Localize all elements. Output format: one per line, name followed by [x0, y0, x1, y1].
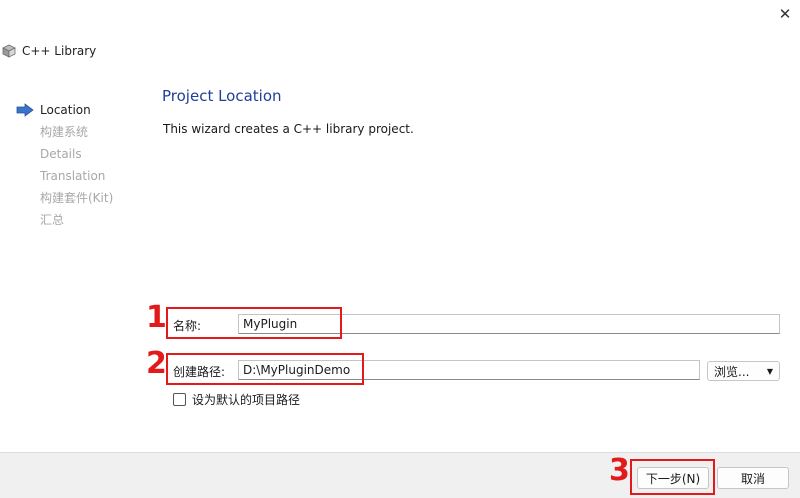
page-description: This wizard creates a C++ library projec…: [163, 122, 414, 136]
page-title: Project Location: [162, 87, 282, 105]
cube-icon: [2, 44, 16, 58]
watermark: [541, 71, 600, 143]
step-location: Location: [40, 103, 91, 117]
annotation-box-2: [166, 353, 364, 385]
annotation-box-3: [630, 459, 715, 495]
close-icon: ✕: [778, 5, 792, 23]
browse-button-label: 浏览...: [714, 364, 750, 379]
wizard-steps: Location 构建系统 Details Translation 构建套件(K…: [16, 102, 114, 234]
step-summary: 汇总: [40, 213, 65, 227]
close-button[interactable]: ✕: [772, 2, 798, 26]
default-path-label: 设为默认的项目路径: [192, 393, 301, 407]
annotation-number-3: 3: [609, 453, 630, 488]
step-details: Details: [40, 147, 82, 161]
step-translation: Translation: [40, 169, 106, 183]
annotation-box-1: [166, 307, 342, 339]
cancel-button[interactable]: 取消: [717, 467, 789, 489]
default-path-checkbox[interactable]: [173, 393, 186, 406]
annotation-number-1: 1: [146, 300, 167, 335]
wizard-title: C++ Library: [2, 44, 96, 58]
chevron-down-icon: ▼: [766, 366, 773, 376]
step-kits: 构建套件(Kit): [40, 191, 114, 205]
current-step-arrow-icon: [16, 103, 34, 117]
cancel-button-label: 取消: [740, 471, 765, 486]
default-path-option[interactable]: 设为默认的项目路径: [173, 391, 300, 408]
annotation-number-2: 2: [146, 346, 167, 381]
wizard-title-text: C++ Library: [22, 44, 97, 58]
step-build-system: 构建系统: [40, 125, 89, 139]
browse-button[interactable]: 浏览... ▼: [707, 361, 780, 381]
